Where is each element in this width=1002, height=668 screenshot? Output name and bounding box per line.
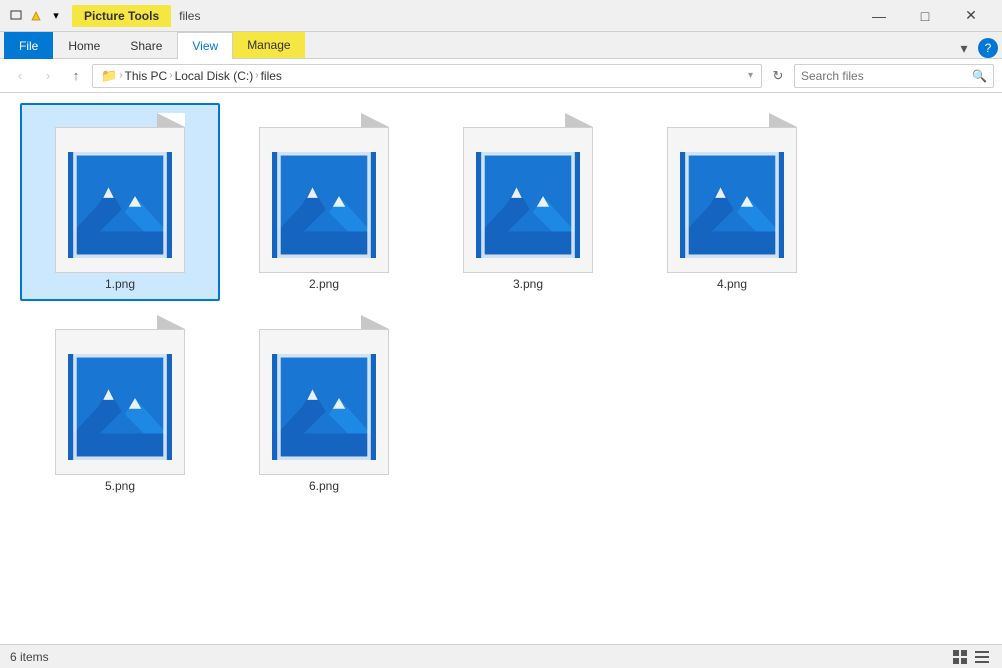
tab-manage[interactable]: Manage (233, 32, 304, 58)
doc-corner-fold (157, 113, 185, 127)
path-this-pc[interactable]: This PC (125, 69, 168, 83)
file-label: 4.png (717, 277, 747, 291)
image-placeholder (476, 152, 580, 258)
file-item[interactable]: 6.png (224, 305, 424, 503)
doc-corner-fold (157, 315, 185, 329)
file-grid: 1.png (0, 93, 1002, 644)
file-label: 5.png (105, 479, 135, 493)
file-item[interactable]: 5.png (20, 305, 220, 503)
path-arrow-3: › (255, 70, 258, 81)
file-item[interactable]: 2.png (224, 103, 424, 301)
maximize-button[interactable]: □ (902, 0, 948, 32)
view-large-icons-button[interactable] (950, 647, 970, 667)
doc-corner-fold (565, 113, 593, 127)
item-count: 6 items (10, 650, 49, 664)
path-arrow-1: › (119, 70, 122, 81)
file-item[interactable]: 4.png (632, 103, 832, 301)
quick-access-icon-2 (28, 8, 44, 24)
refresh-button[interactable]: ↻ (766, 64, 790, 88)
address-path[interactable]: 📁 › This PC › Local Disk (C:) › files ▾ (92, 64, 762, 88)
doc-corner-fold (361, 113, 389, 127)
minimize-button[interactable]: — (856, 0, 902, 32)
title-bar: ▾ Picture Tools files — □ ✕ (0, 0, 1002, 32)
tab-share[interactable]: Share (115, 32, 177, 59)
image-placeholder (68, 354, 172, 460)
tab-file[interactable]: File (4, 32, 53, 59)
file-label: 1.png (105, 277, 135, 291)
view-details-button[interactable] (972, 647, 992, 667)
picture-tools-label: Picture Tools (72, 5, 171, 27)
doc-body (55, 127, 185, 273)
doc-body (667, 127, 797, 273)
help-button[interactable]: ? (978, 38, 998, 58)
doc-body (259, 329, 389, 475)
file-label: 6.png (309, 479, 339, 493)
close-button[interactable]: ✕ (948, 0, 994, 32)
ribbon-expand-button[interactable]: ▾ (954, 38, 974, 58)
ribbon: File Home Share View Manage ▾ ? (0, 32, 1002, 59)
doc-body (463, 127, 593, 273)
path-local-disk[interactable]: Local Disk (C:) (175, 69, 254, 83)
doc-corner-fold (361, 315, 389, 329)
search-input[interactable] (801, 69, 968, 83)
file-icon (667, 113, 797, 273)
path-folder-icon: 📁 (101, 68, 117, 84)
file-item[interactable]: 3.png (428, 103, 628, 301)
window-title: files (179, 9, 200, 23)
doc-body (259, 127, 389, 273)
file-icon (55, 113, 185, 273)
up-button[interactable]: ↑ (64, 64, 88, 88)
view-buttons (950, 647, 992, 667)
forward-button[interactable]: › (36, 64, 60, 88)
search-box: 🔍 (794, 64, 994, 88)
image-placeholder (272, 152, 376, 258)
file-icon (259, 113, 389, 273)
doc-body (55, 329, 185, 475)
title-bar-app: Picture Tools files (72, 5, 200, 27)
file-icon (259, 315, 389, 475)
status-bar: 6 items (0, 644, 1002, 668)
quick-access-icon-1 (8, 8, 24, 24)
path-arrow-2: › (169, 70, 172, 81)
tab-home[interactable]: Home (53, 32, 115, 59)
ribbon-tabs: File Home Share View Manage ▾ ? (0, 32, 1002, 58)
window-controls: — □ ✕ (856, 0, 994, 32)
path-dropdown-arrow: ▾ (748, 70, 753, 81)
search-icon[interactable]: 🔍 (972, 69, 987, 83)
image-placeholder (68, 152, 172, 258)
file-icon (463, 113, 593, 273)
quick-access-icon-3: ▾ (48, 8, 64, 24)
file-label: 2.png (309, 277, 339, 291)
tab-view[interactable]: View (177, 32, 233, 59)
path-files[interactable]: files (261, 69, 282, 83)
image-placeholder (272, 354, 376, 460)
image-placeholder (680, 152, 784, 258)
back-button[interactable]: ‹ (8, 64, 32, 88)
file-item[interactable]: 1.png (20, 103, 220, 301)
file-icon (55, 315, 185, 475)
file-label: 3.png (513, 277, 543, 291)
doc-corner-fold (769, 113, 797, 127)
address-bar: ‹ › ↑ 📁 › This PC › Local Disk (C:) › fi… (0, 59, 1002, 93)
quick-access-icons: ▾ (8, 8, 64, 24)
main-area: 1.png (0, 93, 1002, 644)
